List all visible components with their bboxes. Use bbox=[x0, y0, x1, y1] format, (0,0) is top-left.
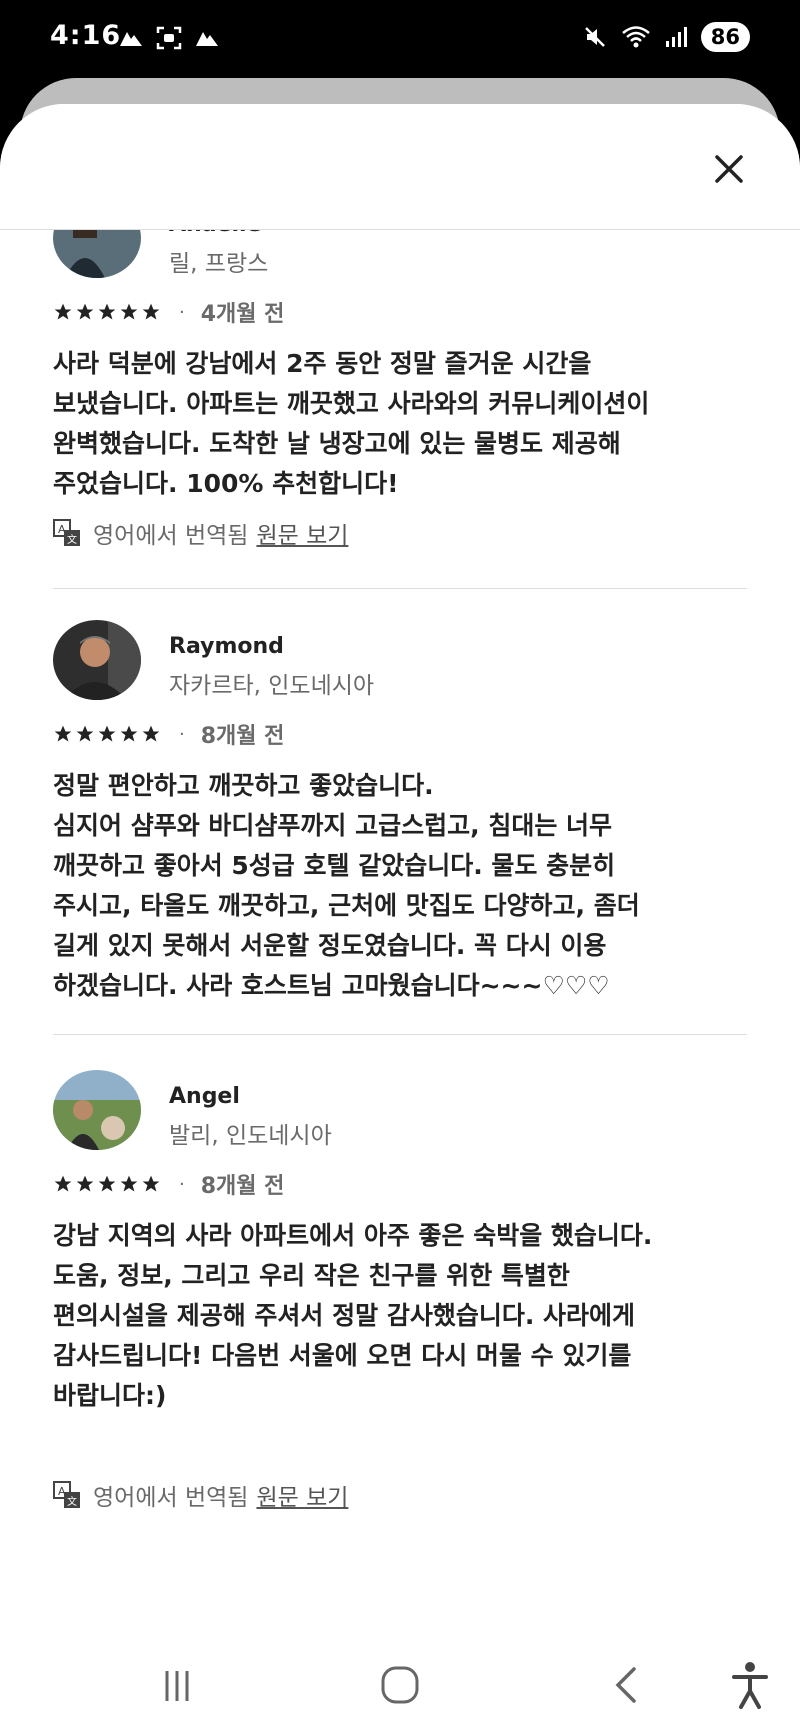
star-icon bbox=[120, 1175, 138, 1192]
star-icon bbox=[76, 1175, 94, 1192]
reviews-sheet: Anaelle 릴, 프랑스 · 4개월 전 사라 덕분에 강남에서 2주 동안… bbox=[0, 104, 800, 1733]
wifi-icon bbox=[621, 26, 650, 48]
review-time: 8개월 전 bbox=[200, 724, 285, 749]
reviewer-location: 자카르타, 인도네시아 bbox=[169, 673, 375, 699]
reviewer: Raymond 자카르타, 인도네시아 bbox=[53, 620, 747, 708]
review-text: 강남 지역의 사라 아파트에서 아주 좋은 숙박을 했습니다. 도움, 정보, … bbox=[53, 1221, 653, 1410]
cloud-icon bbox=[120, 32, 142, 46]
status-time: 4:16 bbox=[50, 20, 122, 51]
divider bbox=[53, 588, 747, 589]
accessibility-button[interactable] bbox=[720, 1655, 780, 1715]
view-original-link[interactable]: 원문 보기 bbox=[256, 1478, 348, 1512]
close-icon bbox=[715, 155, 743, 183]
avatar[interactable] bbox=[53, 1070, 141, 1150]
close-button[interactable] bbox=[704, 144, 754, 194]
status-right-icons: 86 bbox=[583, 22, 750, 52]
star-icon bbox=[120, 725, 138, 742]
translation-note: 영어에서 번역됨 bbox=[93, 1485, 249, 1511]
svg-text:文: 文 bbox=[67, 533, 77, 546]
translate-icon: A文 bbox=[53, 1481, 80, 1508]
review-time: 8개월 전 bbox=[200, 1174, 285, 1199]
rating-row: · 4개월 전 bbox=[53, 296, 284, 328]
reviewer-name: Angel bbox=[169, 1084, 240, 1109]
recent-apps-icon bbox=[165, 1671, 189, 1701]
separator-dot: · bbox=[179, 1173, 185, 1195]
header-divider bbox=[0, 229, 800, 230]
review-text: 정말 편안하고 깨끗하고 좋았습니다. 심지어 샴푸와 바디샴푸까지 고급스럽고… bbox=[53, 771, 640, 1000]
reviewer: Angel 발리, 인도네시아 bbox=[53, 1070, 747, 1158]
star-icon bbox=[76, 303, 94, 320]
back-button[interactable] bbox=[596, 1655, 656, 1715]
avatar[interactable] bbox=[53, 620, 141, 700]
translation-row: A文 영어에서 번역됨 원문 보기 bbox=[53, 1478, 348, 1512]
reviews-list[interactable]: Anaelle 릴, 프랑스 · 4개월 전 사라 덕분에 강남에서 2주 동안… bbox=[0, 104, 800, 1624]
divider bbox=[53, 1034, 747, 1035]
review-item: Angel 발리, 인도네시아 · 8개월 전 강남 지역의 사라 아파트에서 … bbox=[53, 1070, 747, 1511]
accessibility-icon bbox=[732, 1662, 768, 1709]
star-icon bbox=[142, 303, 160, 320]
status-left-icons bbox=[118, 26, 220, 50]
star-rating bbox=[53, 1174, 161, 1194]
star-icon bbox=[98, 1175, 116, 1192]
review-text: 사라 덕분에 강남에서 2주 동안 정말 즐거운 시간을 보냈습니다. 아파트는… bbox=[53, 349, 650, 498]
review-item: Raymond 자카르타, 인도네시아 · 8개월 전 정말 편안하고 깨끗하고… bbox=[53, 620, 747, 1035]
sheet-header bbox=[0, 104, 800, 230]
rating-row: · 8개월 전 bbox=[53, 1168, 284, 1200]
star-rating bbox=[53, 302, 161, 322]
rating-row: · 8개월 전 bbox=[53, 718, 284, 750]
home-button[interactable] bbox=[370, 1655, 430, 1715]
svg-text:文: 文 bbox=[67, 1495, 77, 1508]
signal-icon bbox=[665, 27, 687, 47]
view-original-link[interactable]: 원문 보기 bbox=[256, 516, 348, 550]
star-icon bbox=[54, 1175, 72, 1192]
face-scan-icon bbox=[156, 26, 182, 50]
separator-dot: · bbox=[179, 301, 185, 323]
star-icon bbox=[98, 725, 116, 742]
separator-dot: · bbox=[179, 723, 185, 745]
star-icon bbox=[76, 725, 94, 742]
star-rating bbox=[53, 724, 161, 744]
reviewer-location: 발리, 인도네시아 bbox=[169, 1123, 332, 1149]
battery-badge: 86 bbox=[700, 22, 750, 52]
mute-icon bbox=[584, 27, 605, 47]
translation-row: A文 영어에서 번역됨 원문 보기 bbox=[53, 516, 348, 550]
translate-icon: A文 bbox=[53, 519, 80, 546]
star-icon bbox=[98, 303, 116, 320]
reviewer-location: 릴, 프랑스 bbox=[169, 251, 269, 277]
reviewer-name: Raymond bbox=[169, 634, 284, 659]
system-nav-bar bbox=[0, 1625, 800, 1733]
home-icon bbox=[381, 1666, 419, 1704]
review-time: 4개월 전 bbox=[200, 302, 285, 327]
recent-apps-button[interactable] bbox=[147, 1655, 207, 1715]
back-icon bbox=[615, 1667, 636, 1703]
translation-note: 영어에서 번역됨 bbox=[93, 523, 249, 549]
star-icon bbox=[54, 303, 72, 320]
star-icon bbox=[120, 303, 138, 320]
star-icon bbox=[54, 725, 72, 742]
cloud-icon bbox=[196, 32, 218, 46]
star-icon bbox=[142, 725, 160, 742]
status-bar: 4:16 86 bbox=[0, 0, 800, 78]
star-icon bbox=[142, 1175, 160, 1192]
